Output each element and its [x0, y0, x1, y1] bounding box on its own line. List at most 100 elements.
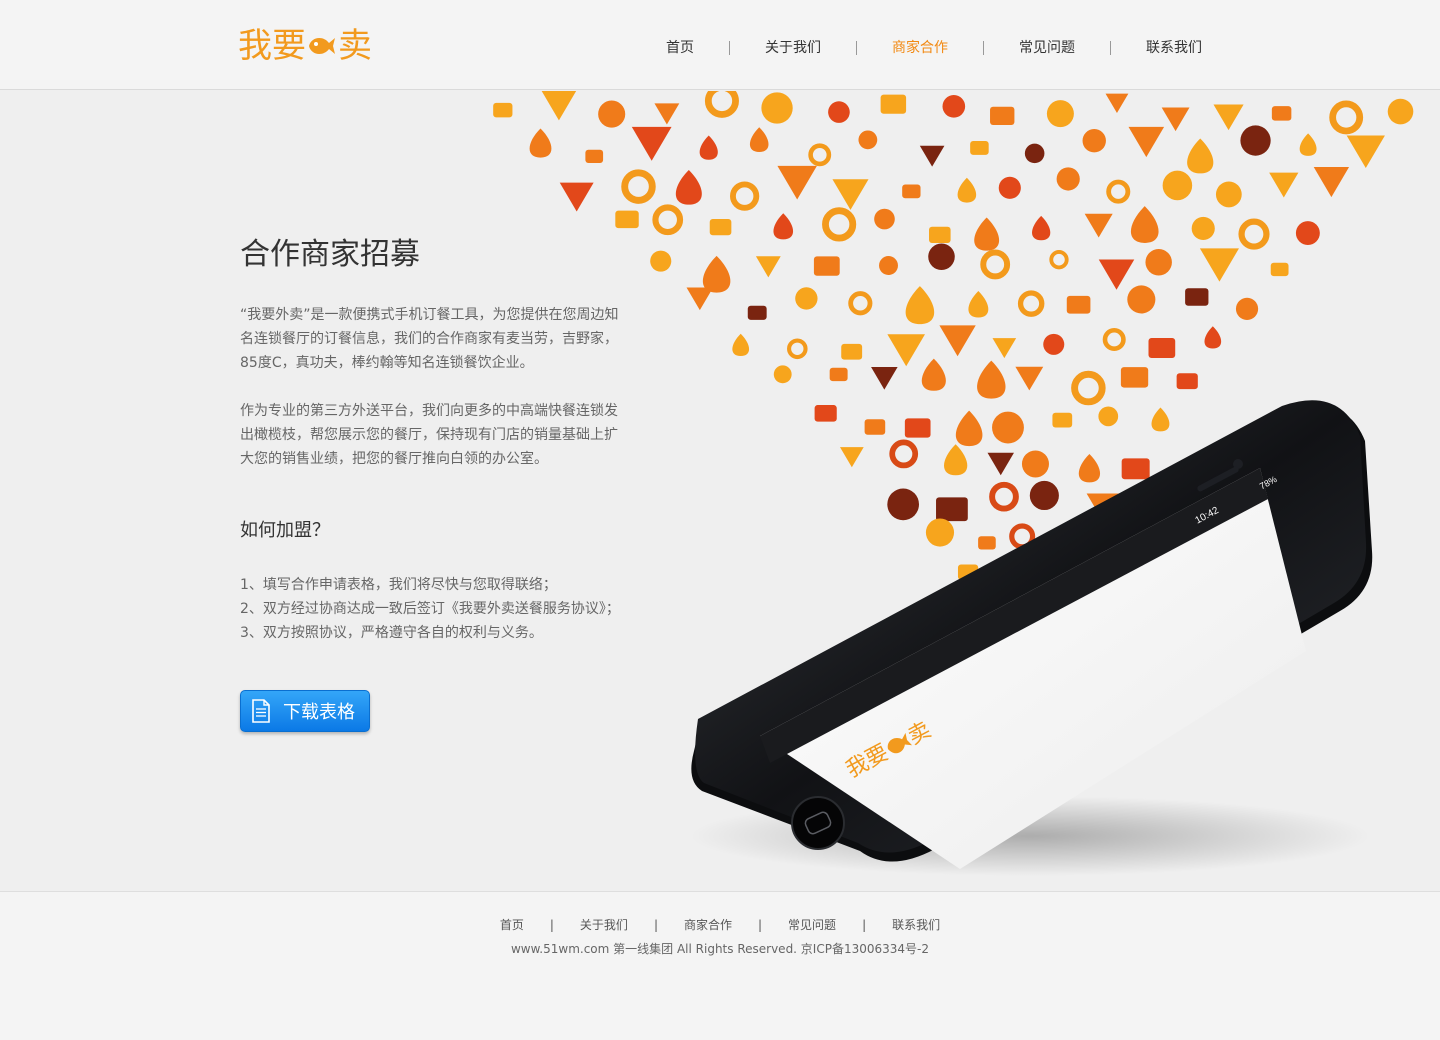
list-item: 1、填写合作申请表格，我们将尽快与您取得联络；	[240, 577, 557, 593]
pizza-icon	[631, 126, 672, 161]
pizza-icon	[1213, 104, 1244, 131]
pear-icon	[921, 358, 946, 391]
pear-icon	[773, 213, 794, 240]
site-logo[interactable]: 我要 卖	[238, 26, 372, 66]
nav-faq[interactable]: 常见问题	[1019, 38, 1075, 58]
pear-icon	[977, 360, 1006, 399]
cake-icon	[814, 405, 837, 422]
cake-icon	[1066, 295, 1091, 314]
fruit-icon	[1240, 125, 1271, 156]
donut-icon	[1071, 370, 1106, 406]
site-footer: 首页 | 关于我们 | 商家合作 | 常见问题 | 联系我们 www.51wm.com 第一线集…	[0, 891, 1440, 1040]
fruit-icon	[874, 208, 895, 230]
pear-icon	[957, 177, 977, 203]
cake-icon	[902, 184, 921, 199]
nav-about[interactable]: 关于我们	[765, 38, 821, 58]
footer-nav-faq[interactable]: 常见问题	[788, 918, 836, 932]
footer-separator: |	[862, 918, 867, 932]
fruit-icon	[795, 287, 818, 310]
footer-nav: 首页 | 关于我们 | 商家合作 | 常见问题 | 联系我们	[0, 916, 1440, 933]
intro-paragraph: “我要外卖”是一款便携式手机订餐工具，为您提供在您周边知名连锁餐厅的订餐信息，我…	[240, 307, 619, 371]
cake-icon	[1176, 373, 1198, 390]
pizza-icon	[559, 182, 594, 212]
fruit-icon	[928, 243, 955, 270]
pizza-icon	[1346, 135, 1385, 169]
site-header: 我要 卖 首页 关于我们 商家合作 常见问题 联系我们	[0, 0, 1440, 90]
download-form-button[interactable]: 下载表格	[240, 690, 370, 732]
pizza-icon	[832, 179, 869, 210]
donut-icon	[1106, 179, 1131, 204]
how-to-join-heading: 如何加盟？	[240, 520, 330, 541]
nav-contact[interactable]: 联系我们	[1146, 38, 1202, 58]
fruit-icon	[598, 100, 626, 128]
cake-icon	[929, 226, 951, 243]
footer-nav-home[interactable]: 首页	[500, 918, 524, 932]
fruit-icon	[1162, 170, 1193, 201]
donut-icon	[989, 481, 1019, 512]
cake-icon	[1270, 262, 1289, 277]
fruit-icon	[1145, 249, 1172, 276]
pizza-icon	[654, 103, 680, 125]
main-section: 我要 卖 10:42 78% 合作商家招募 “我要外卖”是一款便携式手机订餐工具…	[0, 91, 1440, 891]
nav-separator	[729, 41, 730, 55]
download-button-label: 下载表格	[283, 702, 355, 723]
main-nav: 首页 关于我们 商家合作 常见问题 联系我们	[666, 38, 1202, 58]
pizza-icon	[686, 287, 714, 311]
pear-icon	[1299, 133, 1317, 156]
cake-icon	[978, 536, 996, 550]
cake-icon	[936, 497, 968, 522]
cake-icon	[1148, 337, 1176, 359]
nav-separator	[856, 41, 857, 55]
cake-icon	[1121, 458, 1150, 480]
fruit-icon	[887, 488, 920, 521]
pear-icon	[1187, 138, 1214, 174]
donut-icon	[1049, 250, 1069, 270]
pear-icon	[732, 333, 750, 357]
pear-icon	[529, 128, 552, 158]
copyright-text: www.51wm.com 第一线集团 All Rights Reserved. …	[510, 942, 930, 956]
footer-nav-contact[interactable]: 联系我们	[892, 918, 940, 932]
logo-text-left: 我要	[238, 26, 306, 66]
donut-icon	[848, 291, 873, 316]
pear-icon	[968, 290, 989, 318]
cake-icon	[813, 256, 840, 276]
pear-icon	[1130, 206, 1159, 243]
cake-icon	[1185, 288, 1209, 306]
cake-icon	[1052, 412, 1073, 428]
donut-icon	[822, 207, 857, 242]
donut-icon	[621, 169, 656, 204]
nav-merchant[interactable]: 商家合作	[892, 38, 948, 58]
cake-icon	[829, 367, 848, 382]
nav-home[interactable]: 首页	[666, 38, 694, 58]
list-item: 2、双方经过协商达成一致后签订《我要外卖送餐服务协议》；	[240, 601, 620, 617]
donut-icon	[1329, 100, 1364, 135]
pizza-icon	[1105, 93, 1129, 114]
fruit-icon	[1191, 216, 1215, 241]
donut-icon	[980, 249, 1011, 280]
cake-icon	[841, 343, 863, 360]
fruit-icon	[1043, 333, 1065, 355]
footer-separator: |	[653, 918, 658, 932]
footer-nav-merchant[interactable]: 商家合作	[684, 918, 732, 932]
cake-icon	[709, 219, 732, 236]
donut-icon	[787, 338, 808, 360]
fruit-icon	[992, 411, 1024, 444]
footer-separator: |	[758, 918, 763, 932]
pear-icon	[699, 135, 718, 160]
pizza-icon	[887, 334, 925, 367]
cake-icon	[1271, 106, 1292, 121]
footer-nav-about[interactable]: 关于我们	[580, 918, 628, 932]
fruit-icon	[1387, 98, 1414, 125]
pear-icon	[1078, 454, 1101, 483]
cake-icon	[747, 305, 767, 320]
pizza-icon	[919, 145, 945, 167]
cake-icon	[615, 210, 639, 229]
pizza-icon	[871, 367, 898, 390]
page-title: 合作商家招募	[240, 237, 420, 272]
fruit-icon	[1295, 221, 1320, 246]
pizza-icon	[1015, 366, 1044, 391]
pizza-icon	[839, 447, 864, 468]
pear-icon	[702, 255, 731, 293]
pear-icon	[1204, 326, 1222, 349]
fruit-icon	[1029, 480, 1059, 511]
